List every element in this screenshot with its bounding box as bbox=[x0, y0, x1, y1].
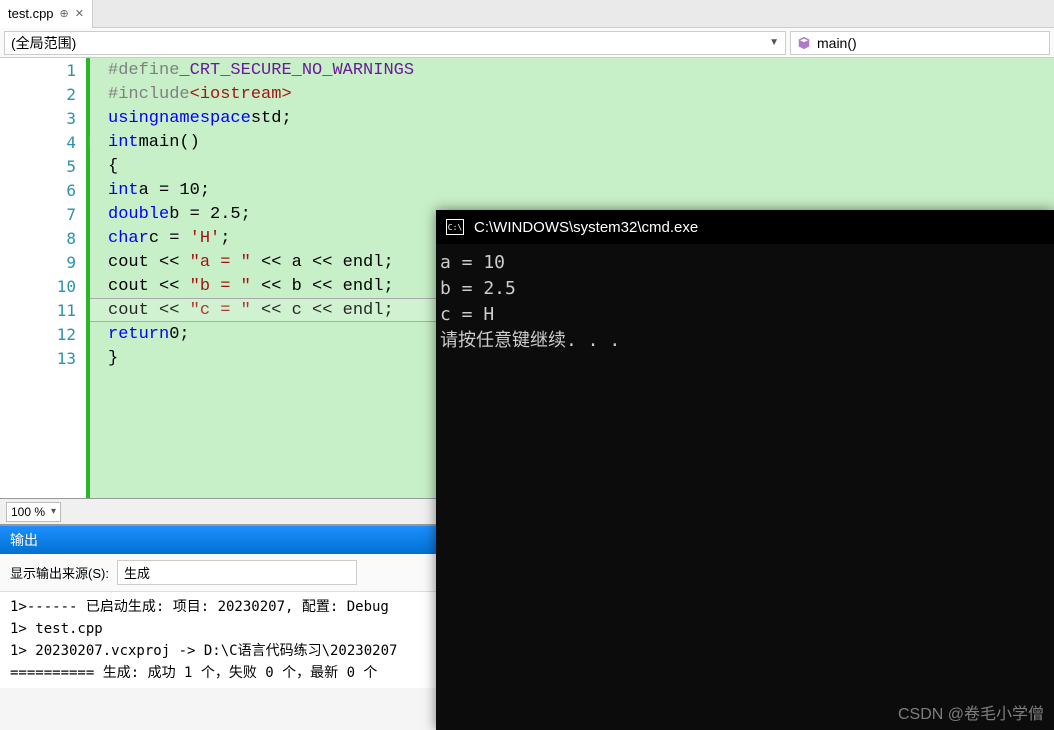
cube-icon bbox=[797, 36, 811, 50]
code-line[interactable]: #define _CRT_SECURE_NO_WARNINGS bbox=[108, 58, 1054, 82]
line-number: 1 bbox=[0, 58, 86, 82]
close-icon[interactable]: ✕ bbox=[75, 7, 84, 20]
output-source-label: 显示输出来源(S): bbox=[10, 563, 109, 582]
line-number: 5 bbox=[0, 154, 86, 178]
code-line[interactable]: { bbox=[108, 154, 1054, 178]
file-tab[interactable]: test.cpp ⊕ ✕ bbox=[0, 0, 93, 28]
line-number: 9 bbox=[0, 250, 86, 274]
console-titlebar[interactable]: C:\ C:\WINDOWS\system32\cmd.exe bbox=[436, 210, 1054, 244]
console-line: b = 2.5 bbox=[440, 276, 1050, 302]
console-window[interactable]: C:\ C:\WINDOWS\system32\cmd.exe a = 10b … bbox=[436, 210, 1054, 730]
zoom-dropdown[interactable]: 100 % ▾ bbox=[6, 502, 61, 522]
zoom-value: 100 % bbox=[11, 505, 45, 519]
watermark: CSDN @卷毛小学僧 bbox=[898, 700, 1044, 724]
chevron-down-icon: ▼ bbox=[769, 37, 779, 48]
output-source-dropdown[interactable]: 生成 bbox=[117, 560, 357, 585]
line-number: 7 bbox=[0, 202, 86, 226]
code-line[interactable]: #include<iostream> bbox=[108, 82, 1054, 106]
output-source-value: 生成 bbox=[124, 566, 150, 581]
function-dropdown[interactable]: main() bbox=[790, 31, 1050, 55]
code-line[interactable]: using namespace std; bbox=[108, 106, 1054, 130]
scope-label: (全局范围) bbox=[11, 33, 76, 53]
line-number: 6 bbox=[0, 178, 86, 202]
line-number: 12 bbox=[0, 322, 86, 346]
tab-bar: test.cpp ⊕ ✕ bbox=[0, 0, 1054, 28]
console-output[interactable]: a = 10b = 2.5c = H请按任意键继续. . . bbox=[436, 244, 1054, 360]
line-number: 8 bbox=[0, 226, 86, 250]
console-title-text: C:\WINDOWS\system32\cmd.exe bbox=[474, 219, 698, 236]
line-number: 2 bbox=[0, 82, 86, 106]
console-line: 请按任意键继续. . . bbox=[440, 328, 1050, 354]
line-gutter: 1234−5678910111213 bbox=[0, 58, 90, 498]
line-number: 10 bbox=[0, 274, 86, 298]
console-line: a = 10 bbox=[440, 250, 1050, 276]
line-number: 4− bbox=[0, 130, 86, 154]
line-number: 13 bbox=[0, 346, 86, 370]
function-label: main() bbox=[817, 35, 857, 51]
code-line[interactable]: int main() bbox=[108, 130, 1054, 154]
pin-icon[interactable]: ⊕ bbox=[60, 7, 69, 20]
line-number: 11 bbox=[0, 298, 86, 322]
chevron-down-icon: ▾ bbox=[51, 506, 56, 517]
cmd-icon: C:\ bbox=[446, 219, 464, 235]
code-line[interactable]: int a = 10; bbox=[108, 178, 1054, 202]
console-line: c = H bbox=[440, 302, 1050, 328]
line-number: 3 bbox=[0, 106, 86, 130]
scope-dropdown[interactable]: (全局范围) ▼ bbox=[4, 31, 786, 55]
navigation-bar: (全局范围) ▼ main() bbox=[0, 28, 1054, 58]
tab-filename: test.cpp bbox=[8, 6, 54, 21]
